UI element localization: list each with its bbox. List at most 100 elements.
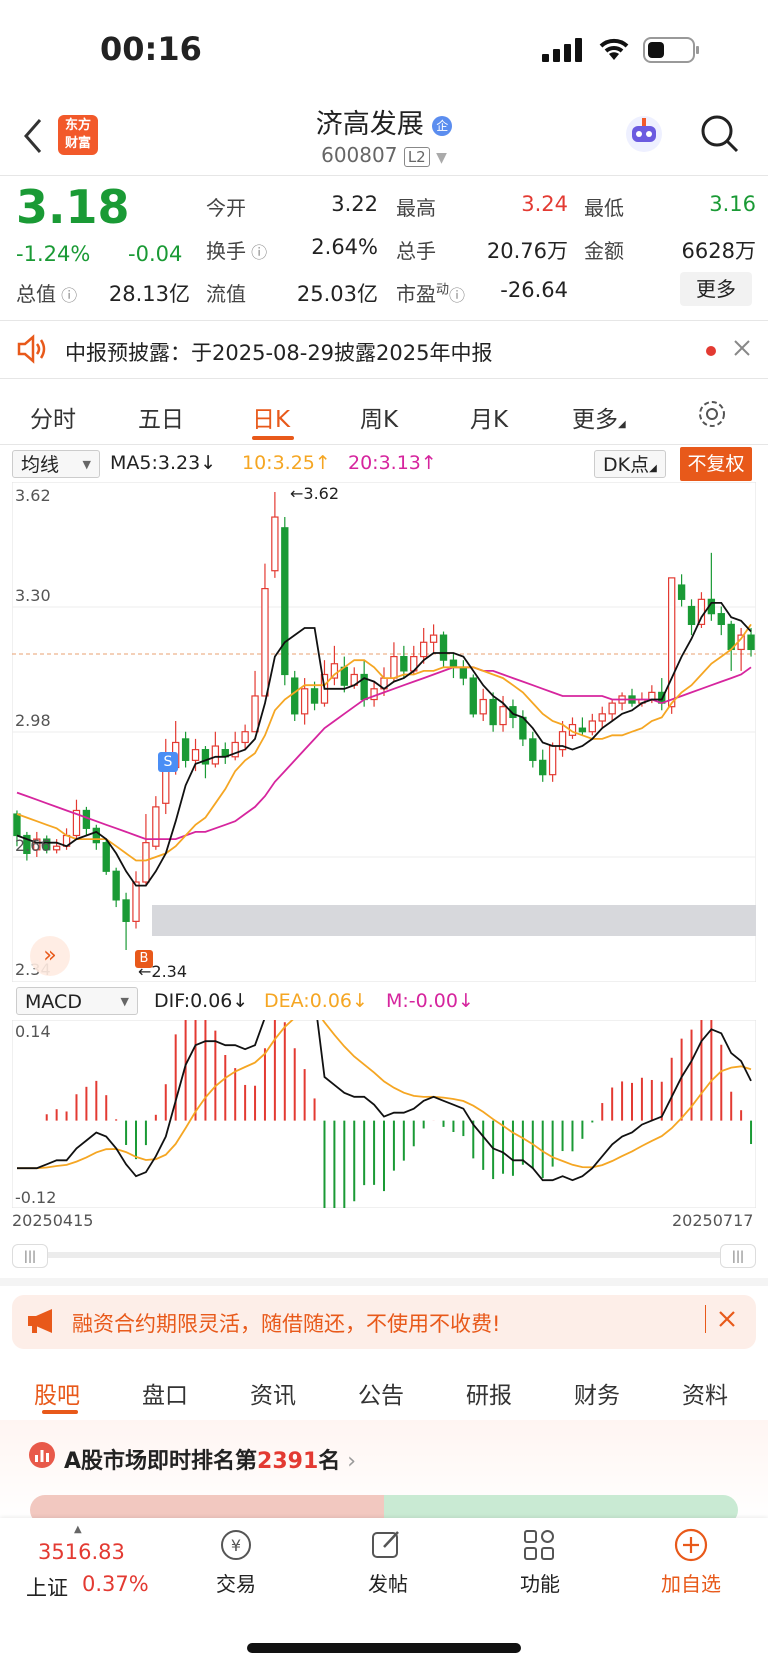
amount-label: 金额 [584, 239, 624, 263]
candle[interactable] [459, 666, 468, 679]
candle[interactable] [271, 516, 279, 572]
candle[interactable] [211, 745, 220, 765]
robot-assistant-icon[interactable] [622, 112, 666, 160]
candle[interactable] [181, 738, 190, 761]
candle[interactable] [439, 634, 448, 661]
candle[interactable] [608, 702, 616, 715]
adjust-toggle-button[interactable]: 不复权 [680, 447, 752, 481]
nav-post[interactable]: 发帖 [348, 1568, 428, 1597]
candle[interactable] [449, 659, 458, 668]
promo-text: 融资合约期限灵活，随借随还，不使用不收费! [72, 1312, 501, 1336]
pe-label[interactable]: 市盈动ⓘ [396, 278, 465, 307]
candle[interactable] [499, 706, 507, 726]
candle[interactable] [370, 688, 378, 701]
index-name[interactable]: 上证 [26, 1572, 68, 1602]
float-value: 25.03亿 [296, 282, 378, 306]
candle[interactable] [122, 899, 130, 922]
nav-function[interactable]: 功能 [500, 1568, 580, 1597]
tab-five-day[interactable]: 五日 [138, 400, 184, 434]
tab-announcements[interactable]: 公告 [358, 1376, 404, 1410]
candle[interactable] [687, 605, 696, 625]
tab-more[interactable]: 更多◢ [572, 400, 626, 434]
index-change[interactable]: 0.37% [82, 1572, 149, 1596]
candle[interactable] [291, 677, 299, 715]
tab-finance[interactable]: 财务 [574, 1376, 620, 1410]
indicator-select[interactable]: 均线 ▼ [12, 450, 100, 478]
start-date: 20250415 [12, 1211, 94, 1230]
dk-point-select[interactable]: DK点◢ [594, 450, 666, 478]
candle[interactable] [429, 634, 438, 643]
candle[interactable] [251, 695, 259, 733]
candle[interactable] [668, 577, 676, 708]
svg-text:¥: ¥ [231, 1536, 241, 1555]
search-button[interactable] [700, 114, 740, 158]
tab-news[interactable]: 资讯 [250, 1376, 296, 1410]
candle[interactable] [598, 713, 606, 722]
candle[interactable] [162, 766, 170, 804]
close-promo-button[interactable] [718, 1310, 736, 1332]
ma10-line [16, 623, 752, 862]
candle[interactable] [102, 842, 110, 872]
candle[interactable] [529, 738, 537, 761]
candle[interactable] [400, 655, 408, 672]
sell-signal-marker[interactable]: S [158, 752, 178, 772]
candle[interactable] [747, 634, 755, 651]
search-icon [701, 115, 739, 153]
candle[interactable] [300, 688, 309, 715]
candle[interactable] [52, 845, 61, 851]
candle[interactable] [261, 588, 269, 697]
scroll-handle-left[interactable]: ||| [12, 1244, 48, 1268]
scroll-handle-right[interactable]: ||| [720, 1244, 756, 1268]
tab-monthly-k[interactable]: 月K [470, 400, 508, 434]
candle[interactable] [82, 809, 91, 829]
tab-intraday[interactable]: 分时 [30, 400, 76, 434]
notice-text[interactable]: 中报预披露：于2025-08-29披露2025年中报 [65, 337, 492, 367]
sub-indicator-select[interactable]: MACD ▼ [16, 987, 138, 1015]
open-label: 今开 [206, 196, 246, 220]
tab-daily-k[interactable]: 日K [252, 400, 290, 434]
candle[interactable] [727, 623, 735, 651]
candle[interactable] [390, 655, 398, 679]
close-notice-button[interactable] [733, 339, 751, 361]
candle[interactable] [420, 641, 428, 658]
candle[interactable] [152, 806, 160, 847]
index-value[interactable]: 3516.83 [38, 1540, 125, 1564]
tab-guba[interactable]: 股吧 [34, 1376, 80, 1410]
candle[interactable] [13, 813, 21, 837]
candle[interactable] [479, 698, 487, 715]
candle[interactable] [648, 691, 656, 701]
kline-chart[interactable] [12, 482, 756, 982]
low-value: 3.16 [709, 192, 756, 216]
tab-profile[interactable]: 资料 [682, 1376, 728, 1410]
expand-chevrons-icon[interactable]: » [30, 936, 70, 976]
candle[interactable] [340, 666, 348, 686]
total-value-label[interactable]: 总值 ⓘ [16, 278, 77, 307]
more-quote-button[interactable]: 更多 [680, 272, 752, 306]
candle[interactable] [112, 870, 120, 901]
candle[interactable] [588, 720, 596, 733]
candle[interactable] [539, 759, 547, 776]
nav-trade[interactable]: 交易 [196, 1568, 276, 1597]
candle[interactable] [132, 881, 140, 922]
candle[interactable] [191, 749, 200, 761]
candle[interactable] [310, 688, 319, 704]
chart-scrollbar-track[interactable] [12, 1252, 756, 1258]
candle[interactable] [578, 727, 587, 733]
tab-pankou[interactable]: 盘口 [142, 1376, 188, 1410]
candle[interactable] [677, 584, 686, 600]
candle[interactable] [92, 827, 100, 844]
candle[interactable] [281, 527, 289, 676]
candle[interactable] [241, 731, 249, 744]
tab-weekly-k[interactable]: 周K [360, 400, 398, 434]
candle[interactable] [142, 842, 150, 883]
candle[interactable] [717, 613, 725, 625]
candle[interactable] [489, 698, 497, 726]
nav-add-watchlist[interactable]: 加自选 [651, 1568, 731, 1597]
buy-signal-marker[interactable]: B [135, 950, 153, 968]
turnover-label[interactable]: 换手 ⓘ [206, 235, 267, 264]
tab-research[interactable]: 研报 [466, 1376, 512, 1410]
candle[interactable] [548, 745, 557, 776]
macd-chart[interactable] [12, 1020, 756, 1208]
chart-settings-button[interactable] [697, 399, 727, 433]
candle[interactable] [469, 677, 477, 715]
